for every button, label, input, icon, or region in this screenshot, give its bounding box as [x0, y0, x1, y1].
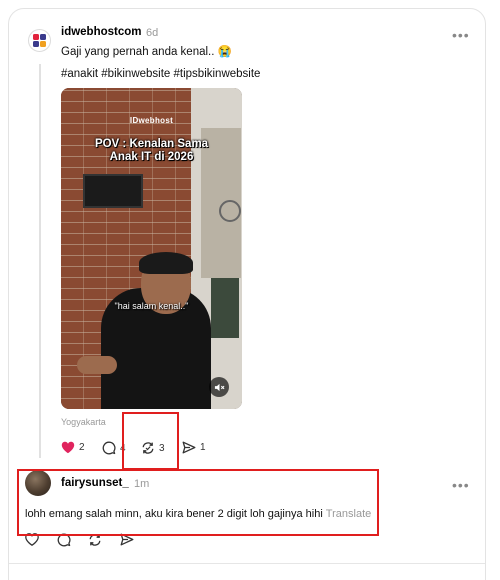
- more-options-icon[interactable]: •••: [452, 28, 470, 42]
- video-scene-fan: [219, 200, 241, 222]
- video-title: POV : Kenalan Sama Anak IT di 2026: [61, 138, 242, 164]
- post-hashtags[interactable]: #anakit #bikinwebsite #tipsbikinwebsite: [61, 68, 260, 80]
- divider: [9, 563, 485, 564]
- video-scene-tv: [83, 174, 143, 208]
- share-count: 1: [200, 442, 206, 453]
- avatar[interactable]: [28, 29, 51, 52]
- video-title-line1: POV : Kenalan Sama: [94, 138, 209, 150]
- post-location[interactable]: Yogyakarta: [61, 417, 106, 427]
- share-button[interactable]: 1: [182, 441, 206, 454]
- repost-highlight-box: [122, 412, 179, 470]
- video-subtitle: "hai salam kenal..": [114, 301, 189, 311]
- like-count: 2: [79, 442, 85, 453]
- post-username[interactable]: idwebhostcom: [61, 26, 142, 38]
- thread-line: [39, 64, 41, 458]
- brand-logo-icon: [33, 34, 46, 47]
- post-text: Gaji yang pernah anda kenal.. 😭: [61, 46, 232, 58]
- comment-icon: [102, 441, 116, 455]
- mute-button[interactable]: [209, 377, 229, 397]
- video-person-hair: [139, 252, 193, 274]
- reply-more-options-icon[interactable]: •••: [452, 478, 470, 492]
- video-logo: IDwebhost: [129, 116, 174, 125]
- heart-filled-icon: [61, 441, 75, 454]
- speaker-muted-icon: [214, 383, 224, 391]
- video-person-hand: [77, 356, 117, 374]
- share-icon: [182, 441, 196, 454]
- post-timestamp[interactable]: 6d: [146, 27, 158, 39]
- like-button[interactable]: 2: [61, 441, 85, 454]
- reply-highlight-box: [17, 469, 379, 536]
- video-title-line2: Anak IT di 2026: [109, 151, 194, 163]
- post-video[interactable]: [61, 88, 242, 409]
